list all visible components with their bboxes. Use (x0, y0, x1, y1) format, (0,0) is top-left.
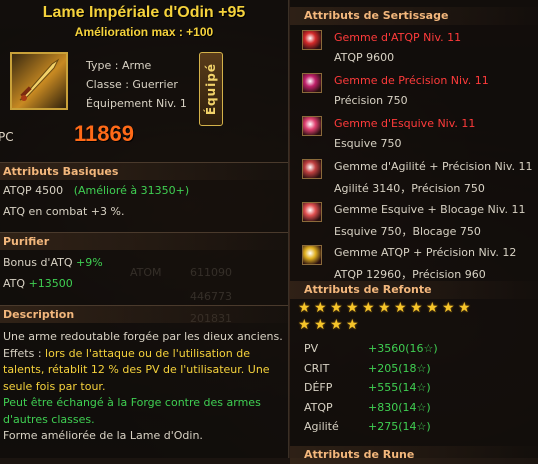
basic-atq-combat: ATQ en combat +3 %. (3, 205, 125, 218)
refonte-star-icon: ★ (330, 300, 343, 316)
refonte-star-icon: ★ (314, 300, 327, 316)
gem-name: Gemme Esquive + Blocage Niv. 11 (334, 203, 526, 216)
description-text: Une arme redoutable forgée par les dieux… (3, 330, 283, 343)
description-text: d'autres classes. (3, 412, 95, 426)
refonte-stat-label: CRIT (304, 361, 330, 375)
refonte-star-icon: ★ (346, 300, 359, 316)
equipped-button-label: Équipé (204, 62, 218, 116)
refonte-star-icon: ★ (458, 300, 471, 316)
refonte-star-icon: ★ (346, 317, 359, 333)
refonte-stat-value: +555(14☆) (368, 381, 431, 394)
gem-name: Gemme d'Agilité + Précision Niv. 11 (334, 160, 533, 173)
gem-icon (302, 202, 322, 222)
refonte-star-icon: ★ (362, 300, 375, 316)
gem-stat: ATQP 12960，Précision 960 (334, 268, 486, 281)
description-line: Forme améliorée de la Lame d'Odin. (3, 429, 203, 442)
description-line: talents, rétablit 12 % des PV de l'utili… (3, 363, 270, 376)
bg-atom-value: 611090 (190, 266, 232, 279)
item-level: Équipement Niv. 1 (86, 97, 187, 110)
refonte-stat-label: DÉFP (304, 381, 333, 394)
rune-heading: Attributs de Rune (290, 446, 538, 464)
pc-value: 11869 (74, 121, 134, 146)
description-text: Forme améliorée de la Lame d'Odin. (3, 429, 203, 442)
item-tooltip-attributes: Attributs de Sertissage Gemme d'ATQP Niv… (290, 0, 538, 464)
gem-icon (302, 73, 322, 93)
refonte-star-icon: ★ (330, 317, 343, 333)
refonte-stat-value: +205(18☆) (368, 361, 431, 375)
refonte-stat-label: ATQP (304, 400, 333, 414)
refonte-stat-value: +3560(16☆) (368, 342, 438, 355)
basic-atqp: ATQP 4500 (3, 184, 64, 197)
description-line: seule fois par tour. (3, 380, 105, 393)
description-text: seule fois par tour. (3, 379, 106, 393)
description-text: Peut être échangé à la Forge contre des … (3, 396, 261, 409)
gem-name: Gemme ATQP + Précision Niv. 12 (334, 246, 517, 259)
description-line: Une arme redoutable forgée par les dieux… (3, 330, 283, 343)
item-meta: Type : Arme Classe : Guerrier Équipement… (86, 56, 187, 113)
purify-bonus-value: +9% (76, 256, 103, 269)
refonte-star-icon: ★ (298, 317, 311, 333)
gem-stat: Agilité 3140，Précision 750 (334, 182, 485, 195)
gem-stat: Esquive 750 (334, 137, 402, 150)
item-max-upgrade: Amélioration max : +100 (74, 25, 214, 39)
purify-atq-value: +13500 (28, 277, 73, 290)
item-type: Type : Arme (86, 59, 152, 72)
basic-atqp-improved: (Amélioré à 31350+) (73, 184, 190, 197)
bg-atom-label: ATOM (130, 266, 162, 279)
refonte-stat-label: PV (304, 342, 319, 355)
gem-icon (302, 159, 322, 179)
purify-atq-label: ATQ (3, 277, 26, 290)
gem-icon (302, 30, 322, 50)
gem-stat: Esquive 750，Blocage 750 (334, 225, 481, 238)
bg-value-2: 446773 (190, 290, 232, 303)
purify-atq-line: ATQ +13500 (3, 277, 73, 290)
gem-icon (302, 116, 322, 136)
refonte-star-icon: ★ (426, 300, 439, 316)
refonte-stat-value: +275(14☆) (368, 420, 431, 433)
refonte-star-icon: ★ (314, 317, 327, 333)
item-title: Lame Impériale d'Odin +95 (42, 4, 246, 21)
item-tooltip-main: Lame Impériale d'Odin +95 Amélioration m… (0, 0, 289, 458)
purify-heading: Purifier (0, 232, 288, 250)
purify-bonus-label: Bonus d'ATQ (3, 256, 73, 269)
description-text: talents, rétablit 12 % des PV de l'utili… (3, 363, 270, 376)
refonte-star-icon: ★ (378, 300, 391, 316)
refonte-stat-value: +830(14☆) (368, 400, 431, 414)
gem-icon (302, 245, 322, 265)
refonte-heading: Attributs de Refonte (290, 281, 538, 299)
gem-stat: Précision 750 (334, 94, 408, 107)
purify-bonus-line: Bonus d'ATQ +9% (3, 256, 103, 269)
description-line: Effets : lors de l'attaque ou de l'utili… (3, 347, 250, 360)
description-text: lors de l'attaque ou de l'utilisation de (45, 346, 251, 360)
description-line: Peut être échangé à la Forge contre des … (3, 396, 261, 409)
weapon-icon (10, 52, 68, 110)
basic-atqp-line: ATQP 4500 (Amélioré à 31350+) (3, 184, 189, 197)
refonte-star-icon: ★ (410, 300, 423, 316)
description-prefix: Effets : (3, 346, 46, 360)
pc-label: PC (0, 130, 14, 144)
refonte-star-icon: ★ (298, 300, 311, 316)
description-heading: Description (0, 305, 288, 323)
gem-name: Gemme d'ATQP Niv. 11 (334, 31, 462, 44)
gem-name: Gemme d'Esquive Niv. 11 (334, 117, 476, 130)
refonte-star-icon: ★ (442, 300, 455, 316)
refonte-star-icon: ★ (394, 300, 407, 316)
item-class: Classe : Guerrier (86, 78, 178, 91)
refonte-stat-label: Agilité (304, 420, 339, 433)
sertissage-heading: Attributs de Sertissage (290, 7, 538, 25)
gem-name: Gemme de Précision Niv. 11 (334, 74, 489, 87)
description-line: d'autres classes. (3, 413, 95, 426)
gem-stat: ATQP 9600 (334, 51, 395, 64)
basic-attributes-heading: Attributs Basiques (0, 162, 288, 180)
equipped-button[interactable]: Équipé (199, 52, 223, 126)
